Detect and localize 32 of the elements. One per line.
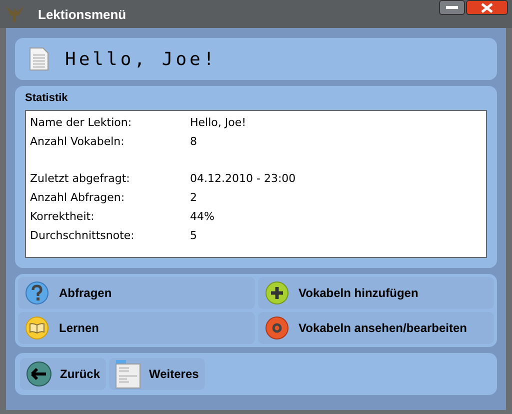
ring-icon — [264, 316, 288, 340]
stat-value: 44% — [190, 210, 214, 223]
stat-label: Name der Lektion: — [30, 116, 133, 129]
stat-value: 2 — [190, 191, 197, 204]
action-button[interactable]: Vokabeln ansehen/bearbeiten — [258, 312, 494, 344]
stat-label: Durchschnittsnote: — [30, 229, 136, 242]
action-button[interactable]: Lernen — [18, 312, 254, 344]
footer-button[interactable]: Weiteres — [109, 358, 205, 390]
stat-label: Korrektheit: — [30, 210, 96, 223]
action-button[interactable]: Abfragen — [18, 277, 254, 309]
lesson-title: Hello, Joe! — [65, 48, 218, 70]
minimize-icon — [445, 4, 459, 10]
document-icon — [29, 47, 49, 71]
menu-document-icon — [115, 359, 142, 389]
question-icon — [25, 281, 49, 305]
statistics-heading: Statistik — [25, 92, 69, 104]
stat-label: Anzahl Abfragen: — [30, 191, 126, 204]
footer-button[interactable]: Zurück — [20, 358, 106, 390]
minimize-button[interactable] — [439, 0, 465, 15]
close-button[interactable] — [466, 0, 508, 15]
plus-icon — [264, 281, 288, 305]
bird-icon — [4, 4, 26, 24]
stat-label: Zuletzt abgefragt: — [30, 172, 131, 185]
stat-value: 8 — [190, 135, 197, 148]
window-title: Lektionsmenü — [38, 6, 126, 22]
stat-label: Anzahl Vokabeln: — [30, 135, 126, 148]
action-button[interactable]: Vokabeln hinzufügen — [258, 277, 494, 309]
book-icon — [25, 316, 49, 340]
stat-value: 04.12.2010 - 23:00 — [190, 172, 296, 185]
stat-value: Hello, Joe! — [190, 116, 246, 129]
stat-value: 5 — [190, 229, 197, 242]
close-icon — [480, 2, 494, 12]
